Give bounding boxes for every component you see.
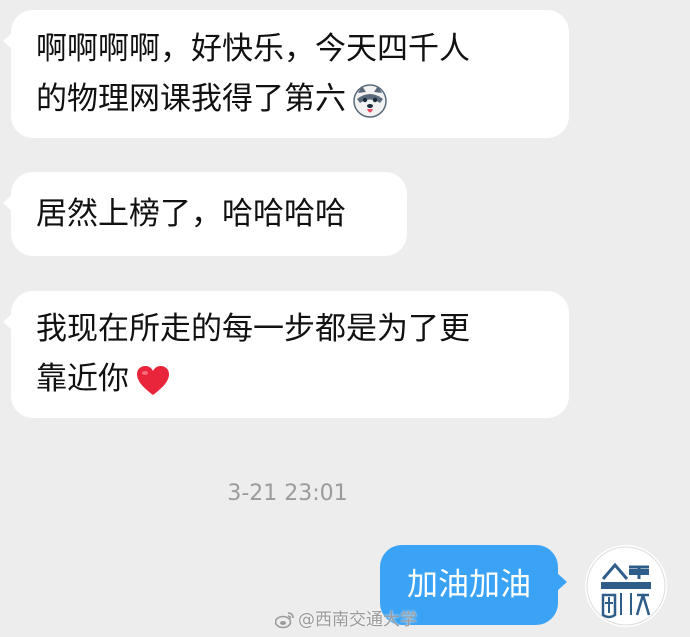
red-heart-emoji-icon [137, 365, 169, 395]
message-text-line: 的物理网课我得了第六 [36, 74, 545, 124]
message-text-line: 我现在所走的每一步都是为了更 [36, 311, 470, 347]
message-text-line: 靠近你 [36, 354, 545, 404]
bubble-tail [3, 194, 13, 212]
bubble-tail [557, 573, 567, 591]
avatar[interactable] [585, 545, 667, 627]
received-message-bubble[interactable]: 居然上榜了，哈哈哈哈 [3, 172, 407, 256]
received-message-bubble[interactable]: 我现在所走的每一步都是为了更 靠近你 [3, 291, 569, 418]
university-emblem-icon [586, 546, 666, 626]
watermark: @西南交通大学 [274, 608, 417, 632]
watermark-text: @西南交通大学 [298, 610, 417, 630]
weibo-icon [274, 612, 294, 629]
message-text-line: 居然上榜了，哈哈哈哈 [36, 196, 346, 232]
message-timestamp: 3-21 23:01 [227, 481, 348, 506]
bubble-tail [3, 313, 13, 331]
husky-dog-emoji-icon [353, 83, 387, 118]
bubble-tail [3, 32, 13, 50]
sent-message-text: 加油加油 [407, 567, 531, 603]
message-text-line: 啊啊啊啊，好快乐，今天四千人 [36, 31, 470, 67]
received-message-bubble[interactable]: 啊啊啊啊，好快乐，今天四千人 的物理网课我得了第六 [3, 10, 569, 138]
